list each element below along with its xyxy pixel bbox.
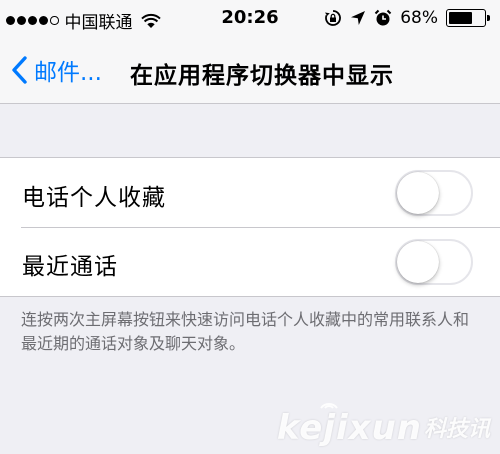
back-button[interactable]: 邮件... [10, 53, 102, 87]
chevron-left-icon [12, 56, 27, 84]
setting-row-favorites: 电话个人收藏 [0, 158, 500, 227]
signal-waves-icon [320, 403, 338, 409]
settings-group: 电话个人收藏 最近通话 [0, 157, 500, 297]
toggle-knob [397, 241, 439, 283]
setting-label-favorites: 电话个人收藏 [22, 185, 166, 211]
status-right: 68% [324, 8, 492, 28]
favorites-toggle[interactable] [395, 170, 473, 216]
setting-row-recents: 最近通话 [0, 227, 500, 296]
toggle-knob [397, 172, 439, 214]
watermark-chinese: 科技讯 [423, 417, 490, 442]
top-bar: 中国联通 20:26 68% 邮件... 在应用程序切换器中显示 [0, 0, 500, 104]
alarm-clock-icon [374, 9, 392, 26]
page-title: 在应用程序切换器中显示 [130, 63, 394, 89]
watermark-latin: kejixun [276, 408, 422, 448]
battery-icon [446, 9, 492, 27]
watermark-logo: kejixun 科技讯 [276, 403, 490, 448]
navigation-bar: 邮件... 在应用程序切换器中显示 [0, 45, 500, 97]
back-button-label: 邮件... [34, 60, 102, 86]
recents-toggle[interactable] [395, 239, 473, 285]
footer-description: 连按两次主屏幕按钮来快速访问电话个人收藏中的常用联系人和最近期的通话对象及聊天对… [21, 310, 470, 353]
battery-percentage: 68% [400, 8, 438, 28]
status-bar: 中国联通 20:26 68% [0, 0, 500, 38]
location-arrow-icon [351, 11, 366, 25]
setting-label-recents: 最近通话 [22, 254, 118, 280]
rotation-lock-icon [325, 10, 342, 26]
